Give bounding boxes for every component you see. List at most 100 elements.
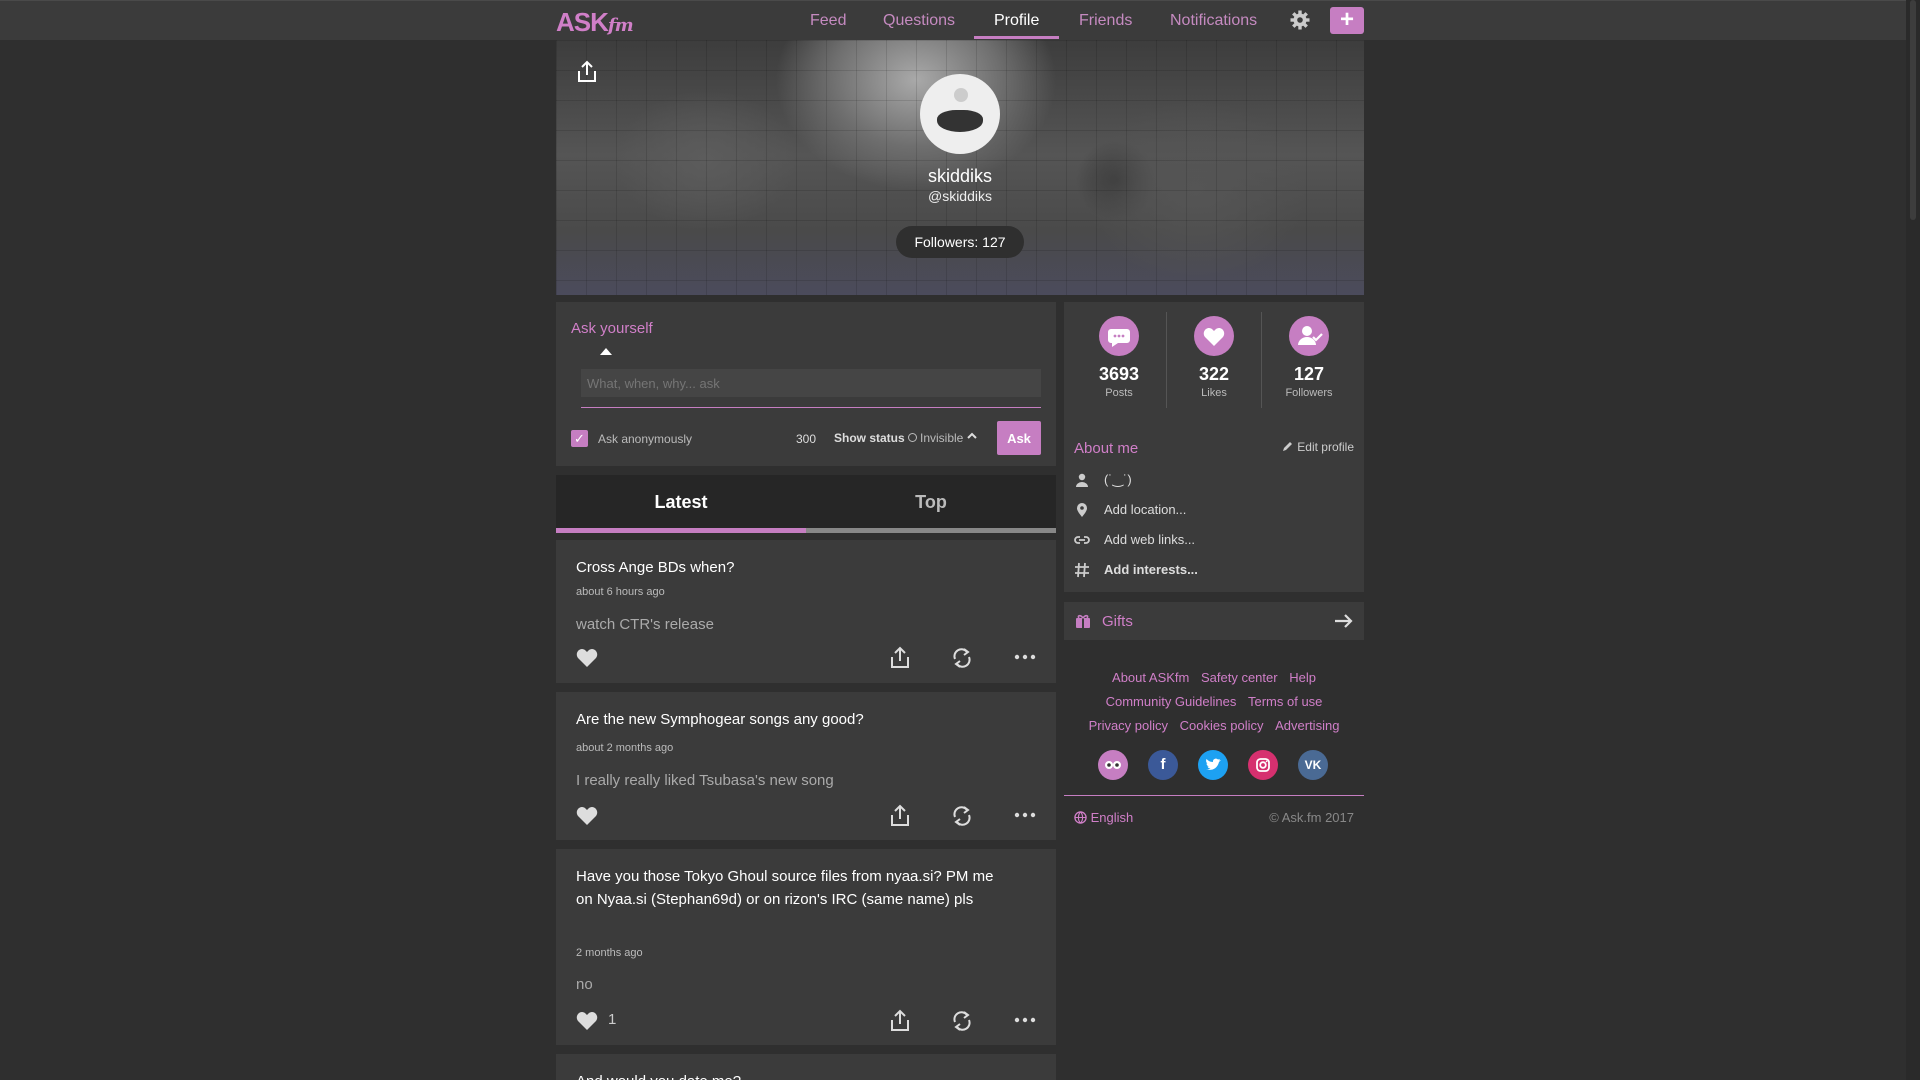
footer-links: About ASKfm Safety center Help Community… bbox=[1064, 666, 1364, 738]
pencil-icon bbox=[1282, 442, 1292, 451]
stat-posts[interactable]: 3693 Posts bbox=[1074, 316, 1164, 399]
nav-feed[interactable]: Feed bbox=[810, 0, 846, 40]
question-text[interactable]: Cross Ange BDs when? bbox=[576, 556, 996, 579]
instagram-icon[interactable] bbox=[1248, 750, 1278, 780]
nav-friends[interactable]: Friends bbox=[1079, 0, 1132, 40]
facebook-icon[interactable]: f bbox=[1148, 750, 1178, 780]
footer-link-about[interactable]: About ASKfm bbox=[1112, 670, 1189, 685]
post-actions bbox=[556, 646, 1056, 672]
stat-posts-label: Posts bbox=[1105, 387, 1133, 399]
profile-name: skiddiks bbox=[927, 166, 993, 186]
twitter-icon[interactable] bbox=[1198, 750, 1228, 780]
profile-stats-panel: 3693 Posts 322 Likes 127 Followers About… bbox=[1064, 302, 1364, 592]
vk-icon[interactable]: VK bbox=[1298, 750, 1328, 780]
answer-card: Have you those Tokyo Ghoul source files … bbox=[556, 849, 1056, 1045]
gifts-label: Gifts bbox=[1102, 613, 1133, 630]
avatar-image-detail bbox=[954, 88, 968, 102]
link-icon bbox=[1074, 536, 1090, 544]
ask-yourself-title: Ask yourself bbox=[571, 320, 653, 337]
status-radio-icon[interactable] bbox=[908, 433, 917, 442]
question-text[interactable]: Have you those Tokyo Ghoul source files … bbox=[576, 865, 996, 911]
more-options-icon[interactable] bbox=[1014, 810, 1036, 820]
share-icon[interactable] bbox=[889, 804, 911, 828]
ask-anonymously-label[interactable]: Ask anonymously bbox=[598, 432, 692, 446]
hashtag-icon bbox=[1075, 562, 1089, 578]
post-timestamp[interactable]: about 6 hours ago bbox=[576, 586, 665, 598]
footer-link-community-guidelines[interactable]: Community Guidelines bbox=[1106, 694, 1237, 709]
like-heart-icon[interactable] bbox=[576, 648, 598, 668]
nav-questions[interactable]: Questions bbox=[883, 0, 955, 40]
about-me-title: About me bbox=[1074, 440, 1139, 457]
edit-profile-link[interactable]: Edit profile bbox=[1282, 440, 1354, 454]
followers-pill[interactable]: Followers: 127 bbox=[896, 226, 1024, 258]
top-border bbox=[0, 0, 1920, 1]
repost-icon[interactable] bbox=[951, 804, 973, 828]
stat-likes[interactable]: 322 Likes bbox=[1169, 316, 1259, 399]
repost-icon[interactable] bbox=[951, 646, 973, 670]
share-profile-icon[interactable] bbox=[576, 60, 598, 84]
more-options-icon[interactable] bbox=[1014, 652, 1036, 662]
like-heart-icon[interactable] bbox=[576, 1011, 598, 1031]
share-icon[interactable] bbox=[889, 1009, 911, 1033]
answer-card: And would you date me? bbox=[556, 1054, 1056, 1080]
stat-likes-value: 322 bbox=[1198, 364, 1230, 384]
footer-link-cookies[interactable]: Cookies policy bbox=[1180, 718, 1264, 733]
footer-links-row: About ASKfm Safety center Help bbox=[1064, 666, 1364, 690]
more-options-icon[interactable] bbox=[1014, 1015, 1036, 1025]
stat-likes-label: Likes bbox=[1201, 387, 1227, 399]
stat-followers[interactable]: 127 Followers bbox=[1264, 316, 1354, 399]
tab-latest[interactable]: Latest bbox=[556, 475, 806, 528]
language-selector[interactable]: English bbox=[1074, 810, 1133, 825]
show-status-label[interactable]: Show status bbox=[834, 431, 905, 445]
logo-suffix: fm bbox=[607, 15, 634, 36]
share-icon[interactable] bbox=[889, 646, 911, 670]
top-navigation-bar: ASKfm Feed Questions Profile Friends Not… bbox=[0, 0, 1920, 40]
person-icon bbox=[1076, 473, 1088, 487]
question-text[interactable]: Are the new Symphogear songs any good? bbox=[576, 708, 996, 731]
user-check-icon bbox=[1289, 316, 1329, 356]
avatar[interactable] bbox=[920, 74, 1000, 154]
gifts-panel[interactable]: Gifts bbox=[1064, 602, 1364, 640]
copyright-text: © Ask.fm 2017 bbox=[1269, 810, 1354, 825]
profile-handle: @skiddiks bbox=[927, 188, 992, 204]
arrow-right-icon[interactable] bbox=[1334, 613, 1354, 629]
settings-gear-icon[interactable] bbox=[1290, 10, 1310, 30]
footer-link-help[interactable]: Help bbox=[1289, 670, 1316, 685]
footer-link-advertising[interactable]: Advertising bbox=[1275, 718, 1339, 733]
ask-input-underline bbox=[581, 407, 1041, 408]
new-question-plus-button[interactable]: + bbox=[1330, 7, 1364, 34]
footer-link-privacy[interactable]: Privacy policy bbox=[1089, 718, 1168, 733]
askfm-mascot-icon[interactable] bbox=[1098, 750, 1128, 780]
nav-profile[interactable]: Profile bbox=[994, 0, 1039, 40]
nav-notifications[interactable]: Notifications bbox=[1170, 0, 1257, 40]
add-interests-link[interactable]: Add interests... bbox=[1104, 562, 1198, 577]
social-links: f VK bbox=[1098, 750, 1338, 780]
footer-link-safety-center[interactable]: Safety center bbox=[1201, 670, 1278, 685]
footer-link-terms[interactable]: Terms of use bbox=[1248, 694, 1322, 709]
status-value[interactable]: Invisible bbox=[920, 431, 963, 445]
askfm-logo[interactable]: ASKfm bbox=[556, 7, 634, 38]
ask-question-input[interactable] bbox=[581, 369, 1041, 397]
question-text[interactable]: And would you date me? bbox=[576, 1070, 996, 1080]
scrollbar-thumb[interactable] bbox=[1910, 0, 1916, 220]
answer-card: Cross Ange BDs when? about 6 hours ago w… bbox=[556, 540, 1056, 683]
ask-button[interactable]: Ask bbox=[997, 421, 1041, 455]
answer-text: watch CTR's release bbox=[576, 616, 714, 633]
character-count: 300 bbox=[796, 432, 817, 446]
chevron-up-icon[interactable] bbox=[967, 432, 977, 440]
page-scrollbar[interactable] bbox=[1906, 0, 1920, 1080]
like-heart-icon[interactable] bbox=[576, 806, 598, 826]
tab-top[interactable]: Top bbox=[806, 475, 1056, 528]
ask-pointer-arrow bbox=[600, 348, 612, 355]
post-timestamp[interactable]: about 2 months ago bbox=[576, 742, 673, 754]
avatar-image-lips bbox=[937, 110, 983, 132]
chat-bubble-icon bbox=[1099, 316, 1139, 356]
add-location-link[interactable]: Add location... bbox=[1104, 502, 1186, 517]
ask-anonymously-checkbox[interactable]: ✓ bbox=[571, 430, 588, 447]
repost-icon[interactable] bbox=[951, 1009, 973, 1033]
like-count: 1 bbox=[608, 1011, 617, 1028]
add-web-links-link[interactable]: Add web links... bbox=[1104, 532, 1195, 547]
post-timestamp[interactable]: 2 months ago bbox=[576, 947, 643, 959]
stat-posts-value: 3693 bbox=[1098, 364, 1140, 384]
footer-links-row: Community Guidelines Terms of use bbox=[1064, 690, 1364, 714]
